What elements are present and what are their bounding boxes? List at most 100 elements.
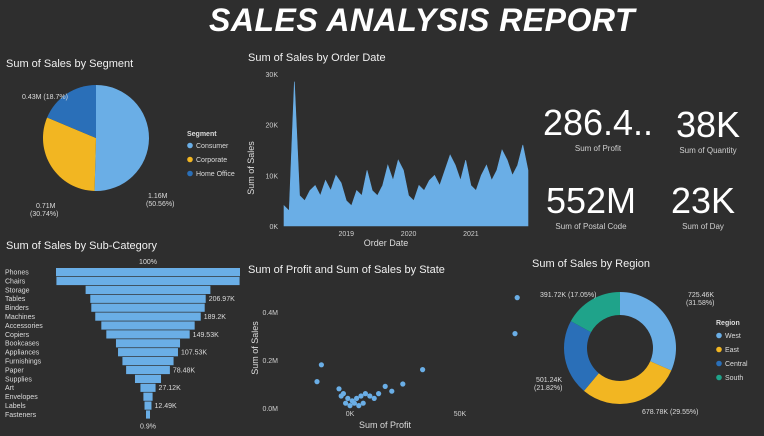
scatter-point <box>362 391 368 397</box>
x-tick-label: 0K <box>346 411 355 418</box>
bar-data-label: 100% <box>139 259 157 266</box>
kpi-label: Sum of Profit <box>574 144 622 153</box>
y-tick-label: 0.4M <box>262 310 278 317</box>
bar-data-label: 189.2K <box>204 314 227 321</box>
category-label-labels: Labels <box>5 403 26 410</box>
segment-pie-chart[interactable]: 1.16M(50.56%) 0.71M(30.74%) 0.43M (18.7%) S… <box>0 72 250 222</box>
x-tick-label: 2021 <box>463 231 479 238</box>
category-label-supplies: Supplies <box>5 376 32 383</box>
legend-label-south: South <box>725 375 743 382</box>
category-label-paper: Paper <box>5 367 24 374</box>
bar-data-label: 78.48K <box>173 367 196 374</box>
scatter-point <box>345 395 351 401</box>
scatter-point <box>338 393 344 399</box>
funnel-bar-appliances <box>118 348 178 357</box>
kpi-value: 38K <box>675 104 741 145</box>
category-label-fasteners: Fasteners <box>5 412 37 419</box>
legend-label-corporate: Corporate <box>196 157 227 164</box>
funnel-bar-furnishings <box>122 357 174 366</box>
y-tick-label: 0.2M <box>262 358 278 365</box>
slice-label-east: 678.78K (29.55%) <box>642 409 698 416</box>
x-tick-label: 2019 <box>339 231 355 238</box>
scatter-point <box>351 400 357 406</box>
funnel-bar-copiers <box>106 330 190 339</box>
legend-marker <box>187 142 193 149</box>
donut-slice-west <box>620 292 676 371</box>
legend-label-east: East <box>725 347 739 354</box>
kpi-value: 286.4.. <box>542 102 654 143</box>
state-chart-title: Sum of Profit and Sum of Sales by State <box>248 264 445 276</box>
slice-label-central: 501.24K <box>536 377 562 384</box>
category-label-envelopes: Envelopes <box>5 394 38 401</box>
slice-label-home-office: 0.43M (18.7%) <box>22 94 68 101</box>
region-donut-chart[interactable]: 725.46K(31.58%) 678.78K (29.55%) 501.24K(2… <box>510 272 764 436</box>
scatter-point <box>318 362 324 368</box>
legend-marker <box>716 346 722 353</box>
funnel-bar-art <box>140 383 156 392</box>
funnel-bar-fasteners <box>146 410 150 419</box>
legend-title: Segment <box>187 131 217 138</box>
category-label-accessories: Accessories <box>5 323 43 330</box>
scatter-point <box>356 403 362 409</box>
y-axis-title: Sum of Sales <box>246 141 256 195</box>
legend-marker <box>187 156 193 163</box>
category-label-furnishings: Furnishings <box>5 359 42 366</box>
kpi-value: 23K <box>670 180 736 221</box>
bar-data-label: 0.9% <box>140 423 156 430</box>
kpi-label: Sum of Postal Code <box>555 222 627 231</box>
x-axis-title: Sum of Profit <box>359 420 412 430</box>
y-tick-label: 0.0M <box>262 406 278 413</box>
funnel-bar-phones <box>56 268 240 277</box>
funnel-bar-storage <box>85 285 211 294</box>
category-label-bookcases: Bookcases <box>5 341 40 348</box>
slice-label-west: 725.46K <box>688 292 714 299</box>
category-label-art: Art <box>5 385 14 392</box>
category-label-appliances: Appliances <box>5 350 40 357</box>
scatter-point <box>358 393 364 399</box>
state-scatter-chart[interactable]: 0.4M 0.2M 0.0M 0K 50K Sum of Profit Sum of Sal… <box>244 278 530 436</box>
x-tick-label: 50K <box>454 411 467 418</box>
funnel-bar-paper <box>126 365 170 375</box>
scatter-point <box>376 391 382 397</box>
category-label-binders: Binders <box>5 305 29 312</box>
slice-label-south: 391.72K (17.05%) <box>540 292 596 299</box>
scatter-point <box>371 395 377 401</box>
bar-data-label: 149.53K <box>193 332 219 339</box>
scatter-point <box>343 400 349 406</box>
category-label-machines: Machines <box>5 314 35 321</box>
y-tick-label: 0K <box>269 224 278 231</box>
segment-chart-title: Sum of Sales by Segment <box>6 58 134 70</box>
subcategory-funnel-chart[interactable]: PhonesChairs Storage Tables 206.97K Binders M… <box>0 254 244 436</box>
category-label-storage: Storage <box>5 287 30 294</box>
order-date-chart-title: Sum of Sales by Order Date <box>248 52 386 64</box>
kpi-label: Sum of Quantity <box>679 146 737 155</box>
legend-marker <box>716 332 722 339</box>
legend-label-central: Central <box>725 361 748 368</box>
scatter-point <box>347 403 353 409</box>
kpi-sum-of-quantity: 38K Sum of Quantity <box>660 104 756 156</box>
bar-data-label: 206.97K <box>209 296 235 303</box>
scatter-point <box>367 393 373 399</box>
kpi-label: Sum of Day <box>682 222 724 231</box>
order-date-area-chart[interactable]: 30K 20K 10K 0K 2019 2020 2021 Order Date Sum of … <box>240 66 540 250</box>
donut-slice-east <box>583 361 672 404</box>
region-chart-title: Sum of Sales by Region <box>532 258 651 270</box>
legend-label-home-office: Home Office <box>196 171 235 178</box>
pie-slice-consumer <box>94 85 149 191</box>
slice-label-consumer: (50.56%) <box>146 201 174 208</box>
funnel-bar-labels <box>144 401 152 410</box>
legend-marker <box>716 360 722 367</box>
funnel-bar-accessories <box>101 321 195 330</box>
kpi-sum-of-profit: 286.4.. Sum of Profit <box>536 102 660 154</box>
kpi-sum-of-postal-code: 552M Sum of Postal Code <box>536 180 646 232</box>
bar-data-label: 27.12K <box>159 385 182 392</box>
scatter-point <box>420 367 426 373</box>
legend-marker <box>716 374 722 381</box>
kpi-value: 552M <box>545 180 637 221</box>
slice-label-central: (21.82%) <box>534 385 562 392</box>
scatter-point <box>400 381 406 387</box>
legend-label-west: West <box>725 333 741 340</box>
x-axis-title: Order Date <box>364 238 409 248</box>
funnel-bar-tables <box>90 294 206 303</box>
legend-title: Region <box>716 320 740 327</box>
